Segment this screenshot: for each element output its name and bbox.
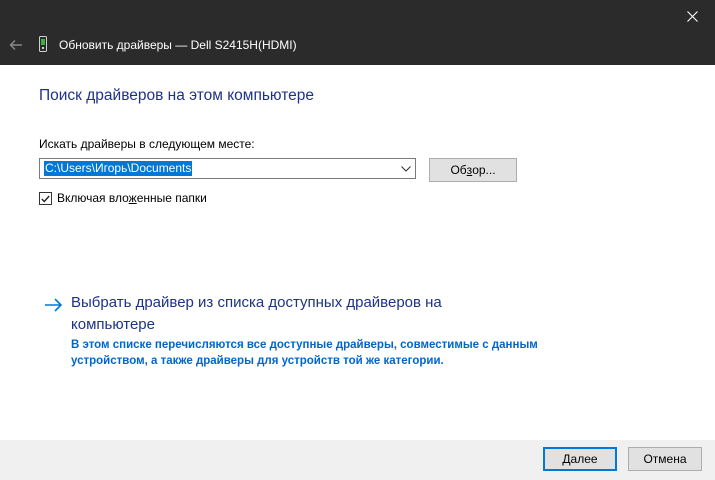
search-location-label: Искать драйверы в следующем месте: bbox=[39, 137, 255, 151]
close-button[interactable] bbox=[669, 0, 715, 32]
close-icon bbox=[686, 10, 698, 22]
checkmark-icon bbox=[41, 195, 50, 203]
browse-label-b: ор... bbox=[472, 163, 496, 177]
next-label-rest: алее bbox=[570, 452, 598, 466]
pick-driver-link[interactable]: Выбрать драйвер из списка доступных драй… bbox=[71, 292, 491, 336]
back-button[interactable] bbox=[4, 33, 28, 57]
dropdown-button[interactable] bbox=[399, 161, 413, 176]
include-subfolders-checkbox[interactable] bbox=[39, 192, 52, 205]
device-icon bbox=[39, 36, 47, 52]
dialog-footer: Далее Отмена bbox=[0, 440, 715, 480]
pick-driver-description: В этом списке перечисляются все доступны… bbox=[71, 339, 538, 367]
include-label-accel: ж bbox=[128, 191, 137, 205]
include-subfolders-label[interactable]: Включая вложенные папки bbox=[57, 191, 207, 205]
back-arrow-icon bbox=[9, 40, 22, 50]
include-label-b: енные папки bbox=[136, 191, 207, 205]
browse-label-a: Об bbox=[450, 163, 467, 177]
next-label-accel: Д bbox=[562, 452, 571, 466]
arrow-right-icon bbox=[45, 298, 63, 312]
window-title: Обновить драйверы — Dell S2415H(HDMI) bbox=[59, 38, 297, 52]
include-label-a: Включая вло bbox=[57, 191, 129, 205]
chevron-down-icon bbox=[401, 165, 411, 172]
cancel-button[interactable]: Отмена bbox=[628, 447, 702, 471]
page-heading: Поиск драйверов на этом компьютере bbox=[39, 87, 314, 104]
dialog-content: Поиск драйверов на этом компьютере Искат… bbox=[0, 65, 715, 440]
browse-button[interactable]: Об з ор... bbox=[429, 158, 517, 182]
next-button[interactable]: Далее bbox=[543, 447, 617, 471]
path-combobox[interactable]: C:\Users\Игорь\Documents bbox=[39, 158, 416, 179]
title-bar: Обновить драйверы — Dell S2415H(HDMI) bbox=[0, 0, 715, 65]
path-value[interactable]: C:\Users\Игорь\Documents bbox=[44, 161, 193, 176]
